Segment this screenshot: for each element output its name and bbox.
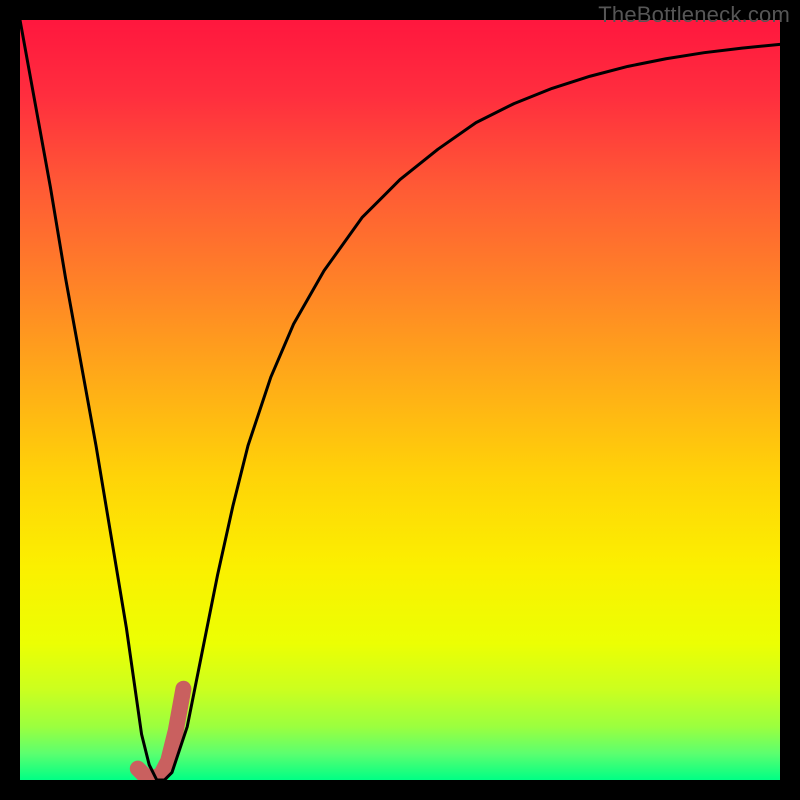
- chart-svg: [20, 20, 780, 780]
- chart-frame: TheBottleneck.com: [0, 0, 800, 800]
- plot-area: [20, 20, 780, 780]
- watermark-text: TheBottleneck.com: [598, 2, 790, 28]
- gradient-background: [20, 20, 780, 780]
